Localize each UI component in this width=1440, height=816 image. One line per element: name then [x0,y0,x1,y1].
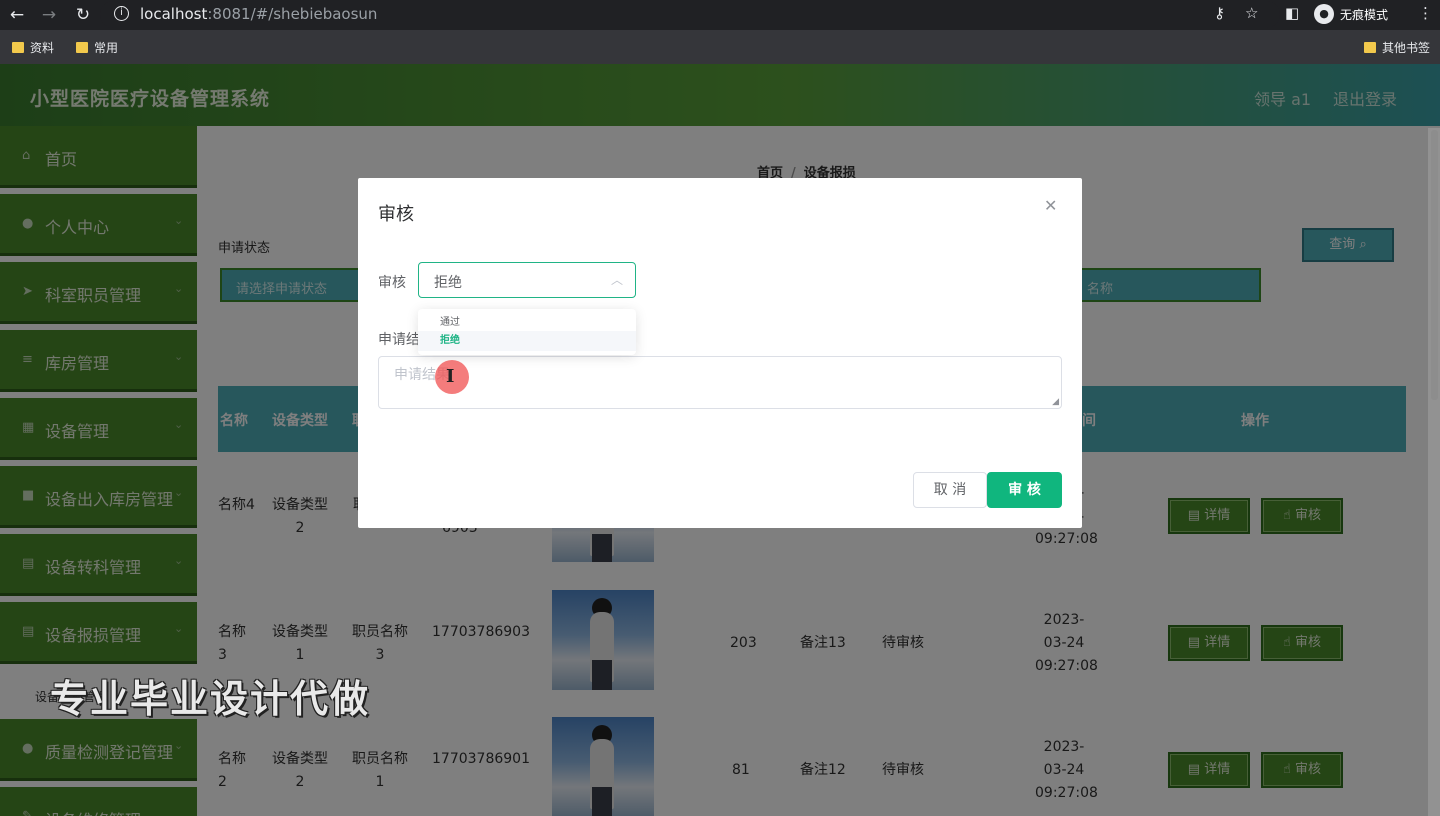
audit-dialog: 审核 ✕ 审核 拒绝 ︿ 申请结果 申请结果 ◢ 通过 拒绝 I 取 消 审 核 [358,178,1082,528]
bookmark-folder-2[interactable]: 常用 [76,39,118,56]
close-icon[interactable]: ✕ [1044,196,1057,215]
folder-icon [76,42,88,53]
folder-icon [1364,42,1376,53]
star-icon[interactable]: ☆ [1245,4,1258,22]
bookmarks-bar: 资料 常用 其他书签 [0,30,1440,64]
incognito-icon: ● [1314,4,1334,24]
result-textarea[interactable]: 申请结果 ◢ [378,356,1062,409]
key-icon[interactable]: ⚷ [1214,4,1225,22]
confirm-audit-button[interactable]: 审 核 [987,472,1062,508]
cancel-button[interactable]: 取 消 [913,472,987,508]
audit-field-label: 审核 [378,275,406,291]
url-path: :8081/#/shebiebaosun [207,5,378,23]
audit-select-value: 拒绝 [434,275,462,291]
reload-icon[interactable]: ↻ [72,4,94,26]
url-host: localhost [140,5,208,23]
browser-toolbar: ← → ↻ i localhost:8081/#/shebiebaosun ⚷ … [0,0,1440,30]
chevron-up-icon: ︿ [611,273,624,287]
resize-handle-icon[interactable]: ◢ [1052,397,1059,407]
audit-select[interactable]: 拒绝 ︿ [418,262,636,298]
text-cursor-icon: I [446,366,455,387]
bookmark-folder-1[interactable]: 资料 [12,39,54,56]
scrollbar-thumb[interactable] [1431,130,1438,400]
incognito-label: 无痕模式 [1340,7,1389,22]
option-pass[interactable]: 通过 [418,313,636,333]
more-icon[interactable]: ⋮ [1418,4,1433,22]
forward-icon[interactable]: → [38,4,60,26]
folder-icon [12,42,24,53]
other-bookmarks[interactable]: 其他书签 [1364,39,1430,56]
audit-dropdown: 通过 拒绝 [418,309,636,355]
watermark-text: 专业毕业设计代做 [50,677,371,721]
option-reject[interactable]: 拒绝 [418,331,636,351]
dialog-title: 审核 [378,204,414,225]
sidebar-toggle-icon[interactable]: ◧ [1285,4,1299,22]
address-bar[interactable]: i localhost:8081/#/shebiebaosun [100,1,1280,28]
info-icon[interactable]: i [114,6,129,21]
incognito-indicator[interactable]: ● 无痕模式 [1314,3,1420,25]
back-icon[interactable]: ← [6,4,28,26]
